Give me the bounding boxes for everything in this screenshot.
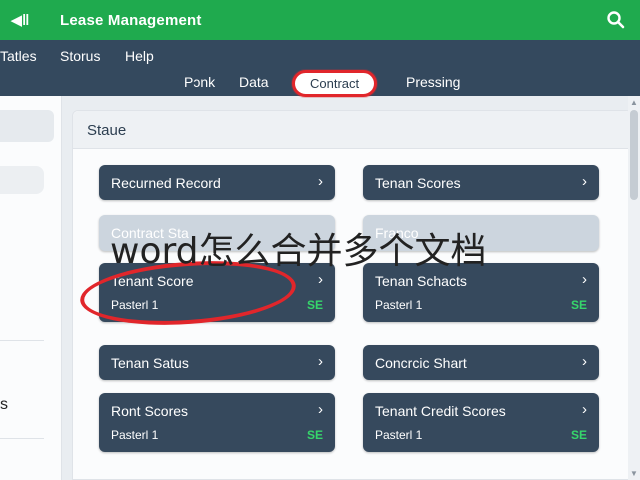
- card-subtitle: Pasterl 1: [111, 428, 159, 442]
- card-title: Tenan Schacts: [375, 273, 467, 289]
- status-badge: SE: [306, 298, 323, 312]
- card-title: Concrcic Shart: [375, 355, 467, 371]
- overlay-text: word怎么合并多个文档: [110, 231, 487, 272]
- tab-contract[interactable]: Contract: [292, 70, 378, 97]
- card-recurned-record[interactable]: Recurned Record ›: [99, 165, 335, 200]
- left-panel-item[interactable]: [0, 166, 44, 194]
- card-title: Tenant Score: [111, 273, 194, 289]
- tab-pressing[interactable]: Pressing: [406, 74, 460, 90]
- left-panel: s: [0, 96, 62, 480]
- tab-ponk[interactable]: Pɔnk: [184, 74, 215, 90]
- card-tenan-satus[interactable]: Tenan Satus ›: [99, 345, 335, 380]
- chevron-right-icon: ›: [582, 271, 587, 288]
- divider: [0, 438, 44, 439]
- menu-status[interactable]: Storus: [60, 48, 100, 64]
- card-title: Ront Scores: [111, 403, 189, 419]
- chevron-right-icon: ›: [318, 401, 323, 418]
- chevron-right-icon: ›: [318, 173, 323, 190]
- back-button[interactable]: ◀‖: [0, 0, 40, 40]
- app-header: ◀‖ Lease Management: [0, 0, 640, 40]
- menu-tables[interactable]: Tatles: [0, 48, 37, 64]
- scrollbar[interactable]: ▲ ▼: [628, 96, 640, 480]
- menu-bar: Tatles Storus Help Pɔnk Data Contract Pr…: [0, 40, 640, 97]
- card-tenan-scores[interactable]: Tenan Scores ›: [363, 165, 599, 200]
- scroll-up-icon[interactable]: ▲: [630, 98, 638, 107]
- card-title: Recurned Record: [111, 175, 221, 191]
- chevron-right-icon: ›: [582, 173, 587, 190]
- card-subtitle: Pasterl 1: [111, 298, 159, 312]
- tab-data[interactable]: Data: [239, 74, 269, 90]
- status-badge: SE: [570, 298, 587, 312]
- chevron-right-icon: ›: [582, 401, 587, 418]
- scroll-down-icon[interactable]: ▼: [630, 469, 638, 478]
- card-tenant-credit-scores[interactable]: Tenant Credit Scores › Pasterl 1 SE: [363, 393, 599, 452]
- card-title: Tenan Scores: [375, 175, 461, 191]
- left-panel-header: [0, 110, 54, 142]
- card-title: Tenan Satus: [111, 355, 189, 371]
- app-title: Lease Management: [60, 11, 202, 29]
- chevron-right-icon: ›: [318, 353, 323, 370]
- left-panel-label: s: [0, 396, 8, 413]
- search-icon[interactable]: [606, 10, 626, 30]
- chevron-right-icon: ›: [582, 353, 587, 370]
- card-subtitle: Pasterl 1: [375, 298, 423, 312]
- card-title: Tenant Credit Scores: [375, 403, 506, 419]
- card-subtitle: Pasterl 1: [375, 428, 423, 442]
- panel-title: Staue: [73, 111, 631, 149]
- back-arrow-icon: ◀‖: [10, 12, 30, 29]
- card-concrcic-shart[interactable]: Concrcic Shart ›: [363, 345, 599, 380]
- divider: [0, 340, 44, 341]
- status-badge: SE: [570, 428, 587, 442]
- card-ront-scores[interactable]: Ront Scores › Pasterl 1 SE: [99, 393, 335, 452]
- status-badge: SE: [306, 428, 323, 442]
- menu-help[interactable]: Help: [125, 48, 154, 64]
- scrollbar-thumb[interactable]: [630, 110, 638, 200]
